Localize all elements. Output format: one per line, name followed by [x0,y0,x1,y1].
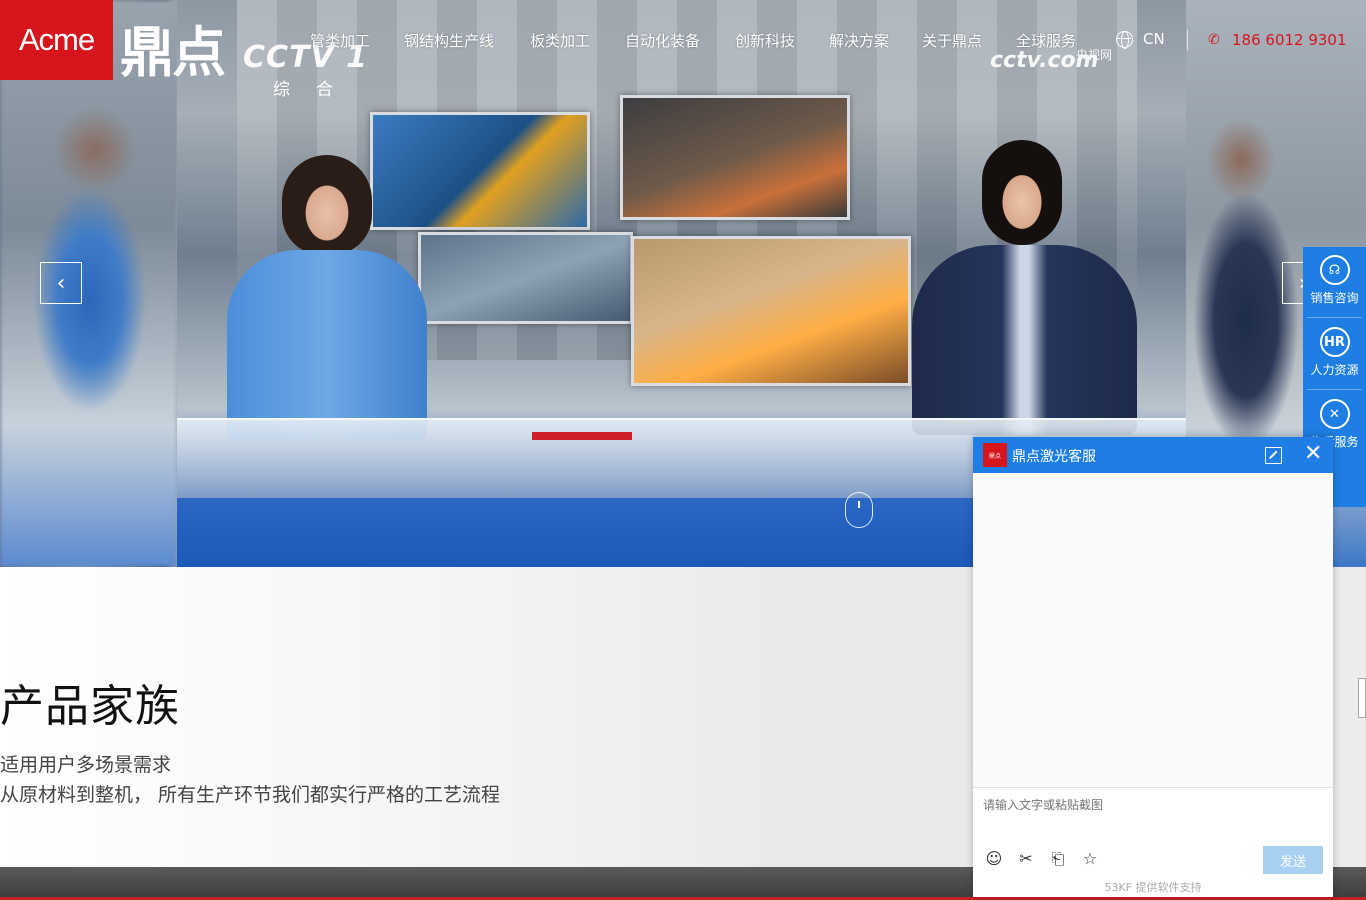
scroll-down-indicator[interactable] [845,492,873,528]
star-icon[interactable]: ☆ [1081,849,1099,871]
send-button[interactable]: 发送 [1263,846,1323,874]
header-divider [1187,30,1188,50]
brand-logo-cn[interactable]: 鼎点 [120,8,226,87]
upload-file-icon[interactable]: ⎗ [1049,849,1067,871]
phone-icon: ✆ [1208,32,1220,48]
emoji-icon[interactable]: ☺ [985,849,1003,871]
video-screen-laser [631,236,911,386]
desk-stripe [532,432,632,440]
chat-title: 鼎点激光客服 [1012,449,1096,465]
nav-item-automation[interactable]: 自动化装备 [625,30,700,51]
section-description-line1: 适用用户多场景需求 [0,754,172,776]
chat-header: 鼎点 鼎点激光客服 ✕ [973,437,1333,473]
nav-item-about[interactable]: 关于鼎点 [922,30,982,51]
cctv-com-cn: 央视网 [1076,48,1113,62]
sidebar-item-label: 销售咨询 [1310,291,1359,305]
cctv-logo-sub: 综合 [273,80,359,100]
language-switch[interactable]: CN [1116,30,1165,49]
news-anchor-male [912,140,1137,435]
slider-prev-button[interactable]: ‹ [40,262,82,304]
sidebar-divider [1307,317,1362,318]
chat-messages [973,473,1333,787]
tools-icon: ✕ [1319,399,1350,429]
sidebar-item-sales[interactable]: ☊ 销售咨询 [1303,247,1366,317]
sidebar-divider [1307,389,1362,390]
phone-number: 186 6012 9301 [1232,31,1347,49]
chat-logo: 鼎点 [983,443,1007,467]
chat-widget: 鼎点 鼎点激光客服 ✕ ☺ ✂ ⎗ ☆ 发送 53KF 提供软件支持 [973,437,1333,897]
sidebar-item-label: 人力资源 [1310,363,1359,377]
nav-item-steel-line[interactable]: 钢结构生产线 [404,30,494,51]
hr-icon: HR [1319,327,1350,357]
chat-logo-text: 鼎点 [988,452,1001,460]
chat-message-input[interactable] [973,787,1333,847]
sidebar-item-hr[interactable]: HR 人力资源 [1303,319,1366,389]
nav-item-global-service[interactable]: 全球服务 [1016,30,1076,51]
section-description-line2: 从原材料到整机， 所有生产环节我们都实行严格的工艺流程 [0,784,501,806]
nav-item-pipe[interactable]: 管类加工 [310,30,370,51]
nav-item-plate[interactable]: 板类加工 [530,30,590,51]
nav-item-solutions[interactable]: 解决方案 [829,30,889,51]
close-icon[interactable]: ✕ [1304,442,1322,466]
globe-icon [1116,30,1133,49]
scissors-icon[interactable]: ✂ [1017,849,1035,871]
chat-toolbar: ☺ ✂ ⎗ ☆ [985,849,1099,871]
chevron-left-icon: ‹ [56,270,66,296]
video-screen-factory [620,95,850,220]
nav-item-innovation[interactable]: 创新科技 [735,30,795,51]
news-anchor-female [227,155,427,440]
brand-logo-text: Acme [18,22,95,57]
language-label: CN [1143,30,1165,48]
section-title: 产品家族 [0,681,180,732]
chat-footer: 53KF 提供软件支持 [1104,881,1202,894]
cctv-com-logo: cctv.com 央视网 [990,48,1112,73]
phone-contact[interactable]: ✆ 186 6012 9301 [1208,31,1347,49]
edge-handle[interactable] [1358,678,1366,718]
brand-logo[interactable]: Acme [0,0,113,80]
expand-icon[interactable] [1265,447,1282,464]
video-screen-workshop [418,232,633,324]
headset-icon: ☊ [1319,255,1350,285]
